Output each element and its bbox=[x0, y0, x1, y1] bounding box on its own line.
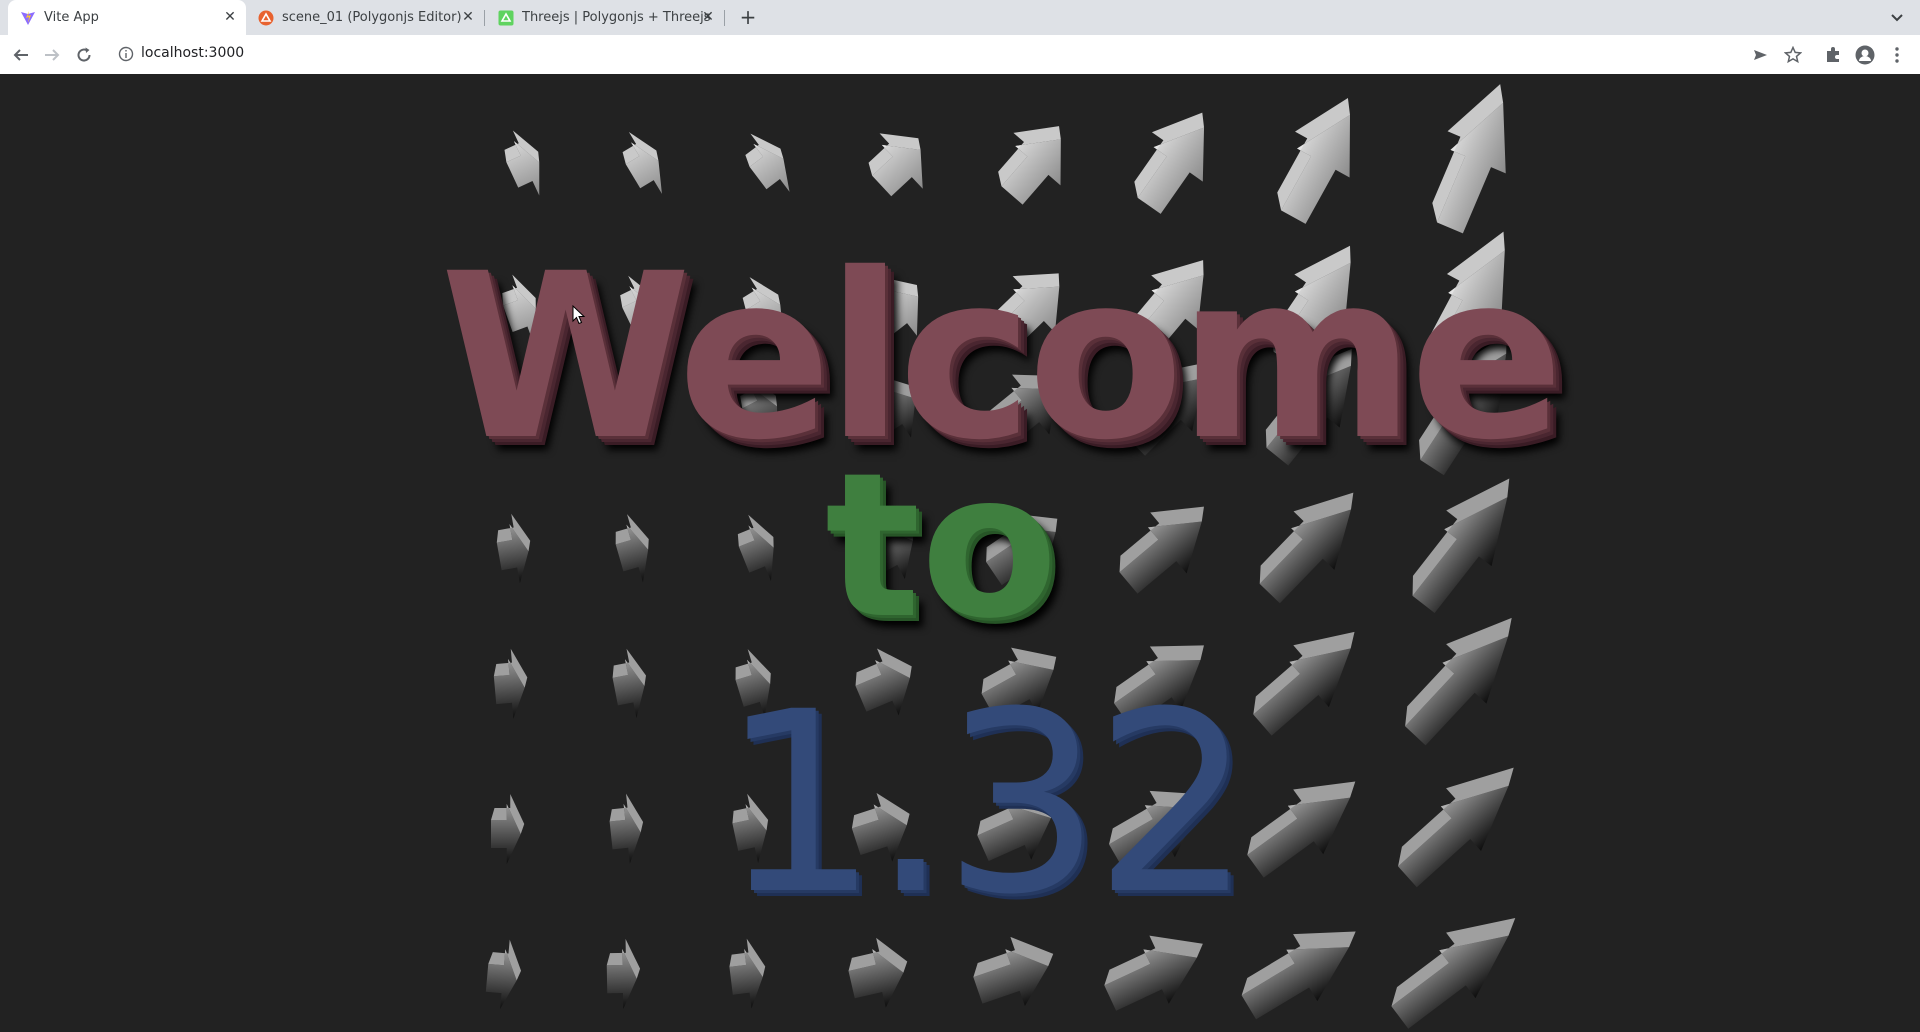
arrow-shape bbox=[1277, 98, 1350, 224]
arrow-right-icon bbox=[45, 49, 60, 61]
arrow-shape bbox=[493, 648, 528, 719]
arrow-shape bbox=[609, 793, 644, 864]
arrow-shape bbox=[1241, 931, 1356, 1020]
close-tab-icon[interactable]: ✕ bbox=[222, 9, 238, 25]
send-tab-icon[interactable] bbox=[1749, 44, 1771, 66]
arrow-shape bbox=[612, 648, 646, 719]
profile-avatar-icon[interactable] bbox=[1854, 44, 1876, 66]
close-tab-icon[interactable]: ✕ bbox=[700, 9, 716, 25]
close-tab-icon[interactable]: ✕ bbox=[460, 9, 476, 25]
polygonjs-icon bbox=[258, 10, 274, 26]
info-icon[interactable] bbox=[118, 46, 134, 62]
arrow-shape bbox=[496, 513, 531, 584]
tab-separator bbox=[724, 10, 725, 26]
mouse-cursor-icon bbox=[572, 305, 586, 325]
tab-title: Threejs | Polygonjs + Threejs bbox=[522, 10, 711, 25]
browser-toolbar: localhost:3000 bbox=[0, 35, 1920, 75]
arrow-shape bbox=[1432, 84, 1506, 234]
page-viewport[interactable]: Welcome to 1.32 bbox=[0, 74, 1920, 1032]
polygonjs-green-icon bbox=[498, 10, 514, 26]
vite-icon bbox=[20, 10, 36, 26]
forward-button[interactable] bbox=[41, 44, 63, 66]
arrow-shape bbox=[622, 132, 662, 194]
arrow-shape bbox=[1247, 781, 1356, 878]
arrow-shape bbox=[504, 130, 540, 196]
arrow-shape bbox=[1405, 617, 1512, 746]
new-tab-button[interactable]: + bbox=[738, 7, 758, 28]
back-button[interactable] bbox=[10, 44, 32, 66]
tab-separator bbox=[484, 10, 485, 26]
menu-kebab-icon[interactable] bbox=[1886, 44, 1908, 66]
tab-title: Vite App bbox=[44, 10, 99, 25]
arrow-shape bbox=[745, 133, 790, 192]
arrow-shape bbox=[1259, 492, 1354, 604]
url-text[interactable]: localhost:3000 bbox=[141, 45, 244, 61]
arrow-shape bbox=[1134, 112, 1205, 214]
arrow-shape bbox=[1391, 918, 1516, 1029]
arrow-shape bbox=[1398, 767, 1514, 888]
arrow-shape bbox=[737, 514, 774, 582]
arrow-left-icon bbox=[13, 49, 28, 61]
extensions-puzzle-icon[interactable] bbox=[1822, 44, 1844, 66]
to-3d-text: to bbox=[825, 430, 1059, 663]
arrow-shape bbox=[491, 794, 525, 864]
tab-polygonjs-editor[interactable]: scene_01 (Polygonjs Editor) ✕ bbox=[246, 0, 484, 35]
reload-button[interactable] bbox=[73, 44, 95, 66]
arrow-shape bbox=[1119, 506, 1204, 594]
arrow-shape bbox=[998, 126, 1061, 205]
reload-icon bbox=[77, 47, 91, 62]
tab-search-chevron-icon[interactable] bbox=[1888, 9, 1906, 27]
version-3d-text: 1.32 bbox=[720, 658, 1253, 949]
address-bar[interactable]: localhost:3000 bbox=[108, 39, 1748, 69]
bookmark-star-icon[interactable] bbox=[1782, 44, 1804, 66]
tab-title: scene_01 (Polygonjs Editor) bbox=[282, 10, 462, 25]
arrow-shape bbox=[615, 514, 649, 583]
arrow-shape bbox=[606, 938, 641, 1009]
arrow-shape bbox=[868, 133, 923, 197]
tab-vite-app[interactable]: Vite App ✕ bbox=[8, 0, 246, 35]
arrow-shape bbox=[485, 939, 522, 1010]
arrow-shape bbox=[1253, 631, 1355, 736]
tab-strip: Vite App ✕ scene_01 (Polygonjs Editor) ✕… bbox=[0, 0, 1920, 35]
tab-threejs-polygonjs[interactable]: Threejs | Polygonjs + Threejs ✕ bbox=[486, 0, 724, 35]
